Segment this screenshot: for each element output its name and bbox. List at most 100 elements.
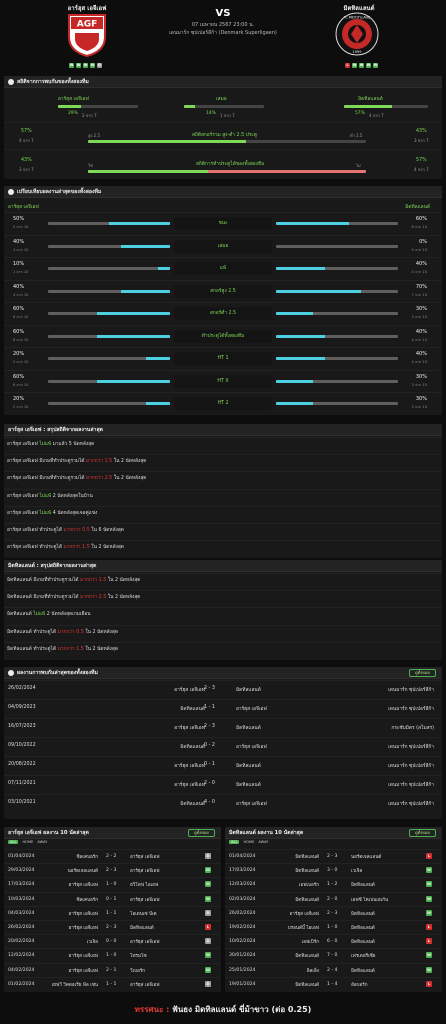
summary-pre: มีเกมที่ทำประตูรวมได้ [33,578,79,583]
h2h-away[interactable]: อาร์ฮุส เอจีเอฟ [236,800,267,808]
h2h-home[interactable]: อาร์ฮุส เอจีเอฟ [174,686,205,694]
recent-away[interactable]: มิดทิลแลนด์ [351,925,375,932]
summary-team[interactable]: อาร์ฮุส เอจีเอฟ [7,494,38,499]
recent-away[interactable]: อาร์ฮุส เอจีเอฟ [130,854,159,861]
recent-home[interactable]: อาร์ฮุส เอจีเอฟ [69,925,98,932]
recent-home[interactable]: นอร์ดเจลแลนด์ [68,868,98,875]
recent-home[interactable]: เฮฟวี วิคตอเรีย พีล เซ่น [52,982,98,989]
recent-away[interactable]: โอเดนเซ่ บีเค [130,911,157,918]
summary-team[interactable]: อาร์ฮุส เอจีเอฟ [7,528,38,533]
summary-team[interactable]: อาร์ฮุส เอจีเอฟ [7,511,38,516]
h2h-away[interactable]: อาร์ฮุส เอจีเอฟ [236,743,267,751]
recent-home[interactable]: บรอนด์บี้ ไอเอฟ [288,925,319,932]
compare-away-fill [276,267,325,270]
form-badge: W [76,63,81,68]
recent-home[interactable]: อาร์ฮุส เอจีเอฟ [69,911,98,918]
recent-away[interactable]: อาร์ฮุส เอจีเอฟ [130,982,159,989]
h2h-view-all-button[interactable]: ดูทั้งหมด [408,669,436,677]
away-recent-view-all-button[interactable]: ดูทั้งหมด [408,829,436,837]
recent-home[interactable]: อาร์ฮุส เอจีเอฟ [69,968,98,975]
recent-away[interactable]: วีเบอร์ก [130,968,145,975]
recent-away[interactable]: อาร์ฮุส เอจีเอฟ [130,939,159,946]
recent-home[interactable]: เอฟเบอร์ก [299,882,319,889]
recent-date: 01/04/2024 [229,854,256,859]
home-recent-view-all-button[interactable]: ดูทั้งหมด [187,829,215,837]
recent-away[interactable]: เวเจิล [351,868,362,875]
tab-home[interactable]: HOME [22,840,33,844]
stats-away-games: 4 จาก 7 [369,113,384,118]
compare-row: 10% 1 จาก 10 แพ้ 40% 4 จาก 10 [4,257,442,279]
compare-home-bar [48,402,170,405]
recent-away[interactable]: มิดทิลแลนด์ [130,925,154,932]
recent-home[interactable]: อาร์ฮุส เอจีเอฟ [69,953,98,960]
recent-away[interactable]: ฮวิโดฟ ไอเอฟ [130,882,158,889]
h2h-away[interactable]: มิดทิลแลนด์ [236,781,261,789]
recent-row: 29/03/2024 นอร์ดเจลแลนด์ 2 - 3 อาร์ฮุส เอจี… [4,863,221,877]
summary-team[interactable]: อาร์ฮุส เอจีเอฟ [7,442,38,447]
summary-pre: มีเกมที่ทำประตูรวมได้ [39,459,85,465]
tab-away[interactable]: AWAY [37,840,47,844]
recent-away[interactable]: มิดทิลแลนด์ [351,882,375,889]
recent-away[interactable]: มิดทิลแลนด์ [351,939,375,946]
summary-team[interactable]: อาร์ฮุส เอจีเอฟ [7,459,38,464]
btts-right-pct: 57% [416,158,427,163]
tab-all[interactable]: ALL [229,840,240,844]
recent-home[interactable]: ลิลเลิ่ง [307,968,319,975]
home-summary-header: อาร์ฮุส เอจีเอฟ : สรุปสถิติจากผลงานล่าสุ… [4,424,442,436]
tab-away[interactable]: AWAY [258,840,268,844]
recent-away[interactable]: มิดทิลแลนด์ [351,968,375,975]
recent-away[interactable]: มิดทิลแลนด์ [351,911,375,918]
recent-home[interactable]: มิดทิลแลนด์ [295,982,319,989]
summary-team[interactable]: มิดทิลแลนด์ [7,630,32,635]
recent-home[interactable]: อาร์ฮุส เอจีเอฟ [69,882,98,889]
recent-away[interactable]: อาร์ฮุส เอจีเอฟ [130,868,159,875]
h2h-competition: เดนมาร์ก ซุปเปอร์ลีก้า [388,802,434,807]
summary-rest: ใน 2 นัดหลังสุด [85,646,118,652]
prediction-text: ฟันธง มิดทิลแลนด์ ขี่ม้าขาว (ต่อ 0.25) [172,1005,312,1014]
h2h-competition: เดนมาร์ก ซุปเปอร์ลีก้า [388,707,434,712]
summary-team[interactable]: มิดทิลแลนด์ [7,595,32,600]
h2h-away[interactable]: มิดทิลแลนด์ [236,762,261,770]
recent-home[interactable]: ซิลเคบอร์ก [77,854,99,861]
h2h-home[interactable]: อาร์ฮุส เอจีเอฟ [174,781,205,789]
recent-home[interactable]: มิดทิลแลนด์ [295,854,319,861]
recent-away[interactable]: เอฟซี โคเปนเฮเก้น [351,897,388,904]
recent-home[interactable]: ซิลเคบอร์ก [77,897,99,904]
h2h-home[interactable]: มิดทิลแลนด์ [180,800,205,808]
summary-team[interactable]: อาร์ฮุส เอจีเอฟ [7,545,38,550]
recent-home[interactable]: มิดทิลแลนด์ [295,953,319,960]
recent-home[interactable]: เวเจิล [87,939,98,946]
recent-home[interactable]: อาร์ฮุส เอจีเอฟ [290,911,319,918]
recent-home[interactable]: มิดทิลแลนด์ [295,868,319,875]
result-badge: D [205,938,211,945]
summary-team[interactable]: มิดทิลแลนด์ [7,647,32,652]
tab-all[interactable]: ALL [8,840,19,844]
result-badge: L [426,980,432,987]
summary-team[interactable]: มิดทิลแลนด์ [7,612,32,617]
recent-away[interactable]: อาร์ฮุส เอจีเอฟ [130,897,159,904]
summary-row: อาร์ฮุส เอจีเอฟ มีเกมที่ทำประตูรวมได้ มา… [4,454,442,469]
h2h-home[interactable]: อาร์ฮุส เอจีเอฟ [174,762,205,770]
tab-home[interactable]: HOME [243,840,254,844]
recent-home[interactable]: มิดทิลแลนด์ [295,897,319,904]
summary-highlight: มากกว่า 1.5 [63,545,90,551]
recent-away[interactable]: โทรมโซ [130,953,147,960]
h2h-home[interactable]: มิดทิลแลนด์ [180,743,205,751]
compare-row: 60% 6 จาก 10 ทำประตูได้ทั้งสองทีม 40% 4 จาก … [4,324,442,347]
summary-team[interactable]: มิดทิลแลนด์ [7,578,32,583]
recent-home[interactable]: เอฟเบิร์ก [302,939,319,946]
stats-draw-fill [184,105,196,108]
btts-fill [88,170,208,173]
h2h-away[interactable]: มิดทิลแลนด์ [236,686,261,694]
summary-team[interactable]: อาร์ฮุส เอจีเอฟ [7,476,38,481]
h2h-away[interactable]: มิดทิลแลนด์ [236,724,261,732]
result-badge: L [205,924,211,930]
recent-away[interactable]: เฟรเดอริเซีย [351,953,375,960]
h2h-away[interactable]: อาร์ฮุส เอจีเอฟ [236,705,267,713]
compare-away-bar [276,289,398,293]
recent-away[interactable]: อัลบอร์ก [351,982,368,989]
h2h-home[interactable]: อาร์ฮุส เอจีเอฟ [174,724,205,732]
h2h-home[interactable]: มิดทิลแลนด์ [180,705,205,713]
recent-row: 10/02/2024 เอฟเบิร์ก 6 - 0 มิดทิลแลนด์ L [225,934,442,948]
recent-away[interactable]: นอร์ดเจลแลนด์ [351,854,381,861]
